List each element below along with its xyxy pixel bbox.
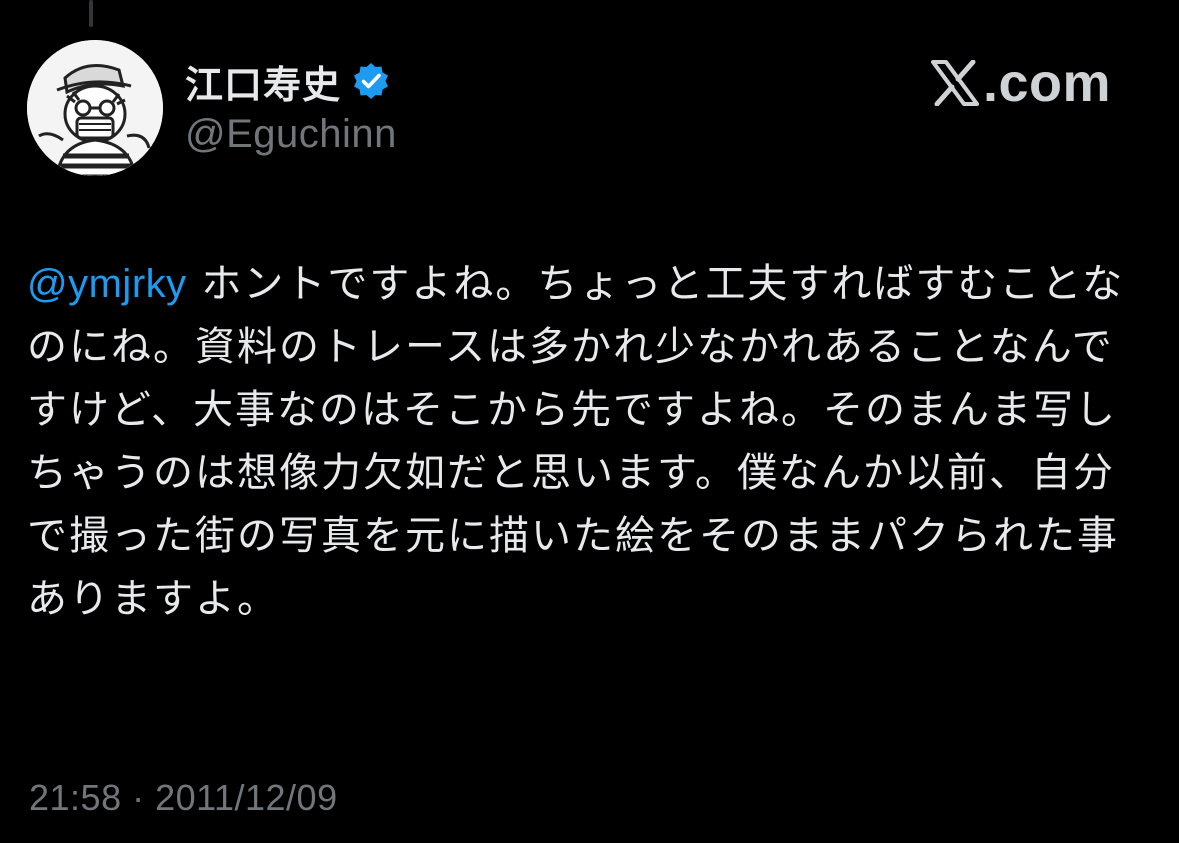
author-display-name[interactable]: 江口寿史: [185, 54, 341, 109]
brand-domain-text: .com: [982, 53, 1111, 113]
verified-badge-icon: [351, 61, 391, 101]
brand-watermark: .com: [930, 52, 1111, 114]
tweet-timestamp[interactable]: 21:58 · 2011/12/09: [29, 777, 338, 819]
tweet-body-text: ホントですよね。ちょっと工夫すればすむことなのにね。資料のトレースは多かれ少なか…: [27, 261, 1125, 622]
avatar[interactable]: [27, 40, 163, 176]
author-handle[interactable]: @Eguchinn: [185, 112, 397, 157]
author-name-row: 江口寿史: [185, 54, 391, 109]
x-logo-icon: [930, 60, 979, 106]
tweet-body: @ymjrky ホントですよね。ちょっと工夫すればすむことなのにね。資料のトレー…: [27, 253, 1147, 631]
mention-link[interactable]: @ymjrky: [27, 262, 187, 306]
thread-connector-line: [89, 0, 93, 27]
avatar-illustration: [27, 40, 163, 176]
